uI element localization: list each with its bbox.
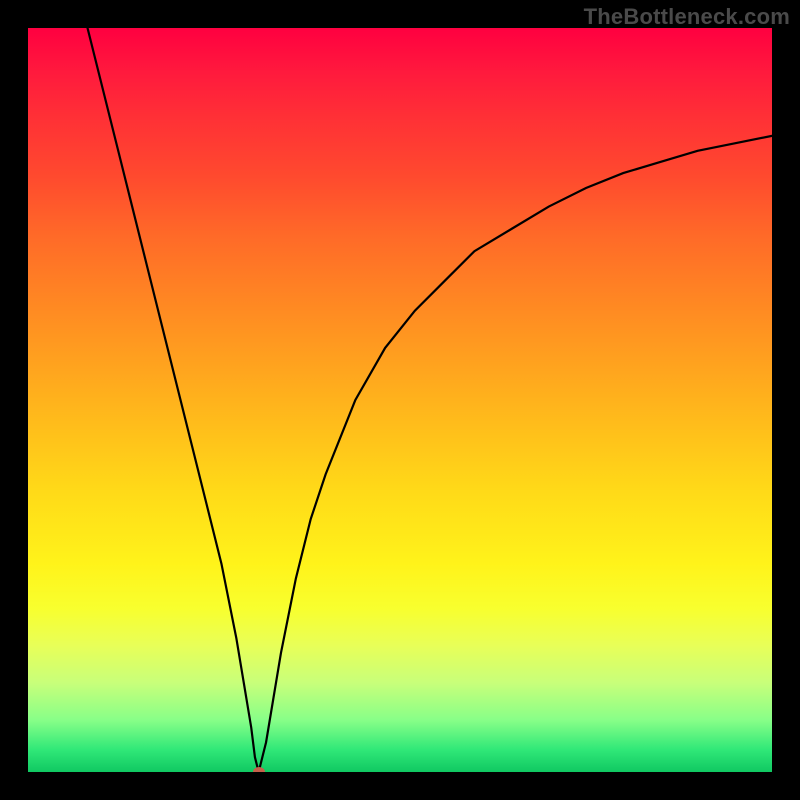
bottleneck-curve xyxy=(28,28,772,772)
chart-frame: TheBottleneck.com xyxy=(0,0,800,800)
optimal-point-marker xyxy=(253,767,265,772)
watermark-text: TheBottleneck.com xyxy=(584,4,790,30)
plot-area xyxy=(28,28,772,772)
